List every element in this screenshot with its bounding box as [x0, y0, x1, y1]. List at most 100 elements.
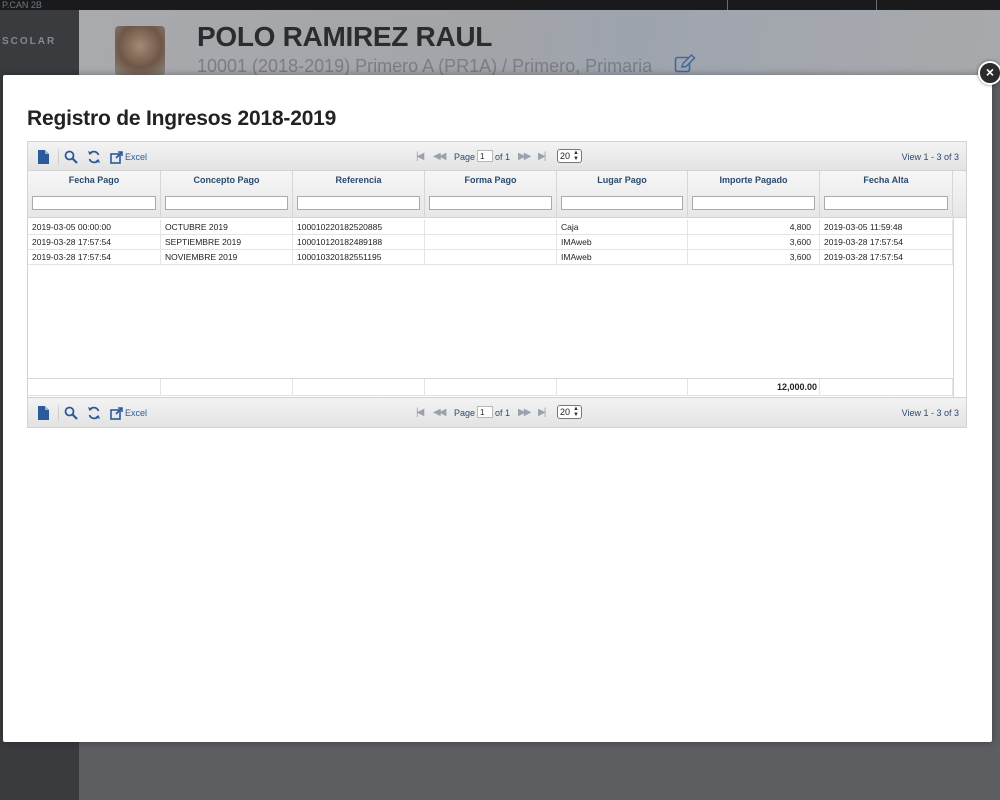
cell-importe-pagado: 3,600	[688, 235, 820, 250]
filter-referencia-input[interactable]	[297, 196, 420, 210]
filter-cell	[28, 189, 161, 218]
select-arrows-icon: ▲ ▼	[573, 150, 579, 162]
footer-cell	[820, 379, 953, 396]
page-label: Page	[454, 408, 476, 418]
column-header-forma-pago[interactable]: Forma Pago	[425, 171, 557, 189]
page-number-input[interactable]	[477, 150, 493, 162]
page-count-label: of 1	[495, 152, 511, 162]
page-count-label: of 1	[495, 408, 511, 418]
filter-cell	[688, 189, 820, 218]
refresh-icon[interactable]	[87, 405, 101, 421]
table-row[interactable]: 2019-03-05 00:00:00 OCTUBRE 2019 1000102…	[28, 220, 953, 235]
cell-lugar-pago: IMAweb	[557, 235, 688, 250]
grid-scrollbar[interactable]	[953, 218, 966, 397]
filter-cell	[425, 189, 557, 218]
cell-concepto-pago: SEPTIEMBRE 2019	[161, 235, 293, 250]
cell-concepto-pago: OCTUBRE 2019	[161, 220, 293, 235]
page-number-input[interactable]	[477, 406, 493, 418]
table-row[interactable]: 2019-03-28 17:57:54 SEPTIEMBRE 2019 1000…	[28, 235, 953, 250]
column-header-lugar-pago[interactable]: Lugar Pago	[557, 171, 688, 189]
filter-lugar-pago-input[interactable]	[561, 196, 683, 210]
cell-lugar-pago: Caja	[557, 220, 688, 235]
cell-fecha-pago: 2019-03-05 00:00:00	[28, 220, 161, 235]
record-count-label: View 1 - 3 of 3	[901, 408, 959, 418]
export-excel-label: Excel	[125, 408, 148, 418]
footer-cell	[557, 379, 688, 396]
first-page-icon[interactable]: |◀	[416, 407, 424, 418]
edit-icon	[674, 53, 696, 74]
modal-title: Registro de Ingresos 2018-2019	[27, 107, 337, 130]
column-header-importe-pagado[interactable]: Importe Pagado	[688, 171, 820, 189]
grid-body: 2019-03-05 00:00:00 OCTUBRE 2019 1000102…	[28, 218, 966, 397]
cell-forma-pago	[425, 220, 557, 235]
sidebar-nav-text: SCOLAR	[2, 36, 57, 47]
grid-toolbar-bottom: Excel |◀ ◀◀ Page of 1 ▶▶ ▶| 20 ▲▼ View 1…	[28, 397, 966, 427]
export-excel-icon	[110, 406, 123, 420]
student-name: POLO RAMIREZ RAUL	[197, 21, 493, 52]
rows-per-page-select[interactable]: 20 ▲ ▼	[557, 405, 582, 419]
cell-fecha-alta: 2019-03-28 17:57:54	[820, 235, 953, 250]
cell-concepto-pago: NOVIEMBRE 2019	[161, 250, 293, 265]
filter-importe-pagado-input[interactable]	[692, 196, 815, 210]
export-excel-icon	[110, 150, 123, 164]
cell-referencia: 100010320182551195	[293, 250, 425, 265]
filter-cell	[820, 189, 953, 218]
new-record-icon[interactable]	[36, 149, 50, 165]
cell-fecha-pago: 2019-03-28 17:57:54	[28, 235, 161, 250]
grid-header: Fecha Pago Concepto Pago Referencia Form…	[28, 171, 966, 218]
export-excel-button[interactable]: Excel	[110, 405, 150, 421]
table-row[interactable]: 2019-03-28 17:57:54 NOVIEMBRE 2019 10001…	[28, 250, 953, 265]
cell-referencia: 100010220182520885	[293, 220, 425, 235]
prev-page-icon[interactable]: ◀◀	[433, 407, 446, 418]
grid-footer-totals: 12,000.00	[28, 378, 953, 396]
next-page-icon[interactable]: ▶▶	[518, 407, 531, 418]
student-enrollment: 10001 (2018-2019) Primero A (PR1A) / Pri…	[197, 56, 653, 76]
filter-fecha-alta-input[interactable]	[824, 196, 948, 210]
cell-fecha-pago: 2019-03-28 17:57:54	[28, 250, 161, 265]
export-excel-label: Excel	[125, 152, 148, 162]
rows-per-page-value: 20	[560, 407, 571, 417]
column-header-fecha-alta[interactable]: Fecha Alta	[820, 171, 953, 189]
column-header-fecha-pago[interactable]: Fecha Pago	[28, 171, 161, 189]
cell-referencia: 100010120182489188	[293, 235, 425, 250]
cell-forma-pago	[425, 250, 557, 265]
rows-per-page-select[interactable]: 20 ▲ ▼	[557, 149, 582, 163]
footer-cell	[293, 379, 425, 396]
column-header-concepto-pago[interactable]: Concepto Pago	[161, 171, 293, 189]
footer-cell	[28, 379, 161, 396]
cell-fecha-alta: 2019-03-05 11:59:48	[820, 220, 953, 235]
last-page-icon[interactable]: ▶|	[538, 407, 546, 418]
filter-cell	[293, 189, 425, 218]
cell-fecha-alta: 2019-03-28 17:57:54	[820, 250, 953, 265]
income-register-modal: Registro de Ingresos 2018-2019 Excel |◀ …	[3, 75, 992, 742]
filter-fecha-pago-input[interactable]	[32, 196, 156, 210]
close-icon[interactable]: ×	[978, 61, 1000, 85]
filter-concepto-pago-input[interactable]	[165, 196, 288, 210]
column-header-referencia[interactable]: Referencia	[293, 171, 425, 189]
sidebar-top-text: P.CAN 2B	[2, 0, 42, 10]
income-grid: Excel |◀ ◀◀ Page of 1 ▶▶ ▶| 20 ▲▼ View 1…	[27, 141, 967, 428]
record-count-label: View 1 - 3 of 3	[901, 152, 959, 162]
student-avatar	[115, 26, 165, 76]
filter-forma-pago-input[interactable]	[429, 196, 552, 210]
search-icon[interactable]	[64, 405, 78, 421]
page-label: Page	[454, 152, 476, 162]
last-page-icon[interactable]: ▶|	[538, 151, 546, 162]
rows-per-page-value: 20	[560, 151, 571, 161]
footer-cell	[161, 379, 293, 396]
first-page-icon[interactable]: |◀	[416, 151, 424, 162]
search-icon[interactable]	[64, 149, 78, 165]
filter-cell	[557, 189, 688, 218]
new-record-icon[interactable]	[36, 405, 50, 421]
refresh-icon[interactable]	[87, 149, 101, 165]
cell-importe-pagado: 4,800	[688, 220, 820, 235]
export-excel-button[interactable]: Excel	[110, 149, 150, 165]
grid-toolbar-top: Excel |◀ ◀◀ Page of 1 ▶▶ ▶| 20 ▲▼ View 1…	[28, 142, 966, 171]
cell-importe-pagado: 3,600	[688, 250, 820, 265]
cell-forma-pago	[425, 235, 557, 250]
background-topbar	[0, 0, 1000, 10]
next-page-icon[interactable]: ▶▶	[518, 151, 531, 162]
footer-cell	[425, 379, 557, 396]
prev-page-icon[interactable]: ◀◀	[433, 151, 446, 162]
filter-cell	[161, 189, 293, 218]
